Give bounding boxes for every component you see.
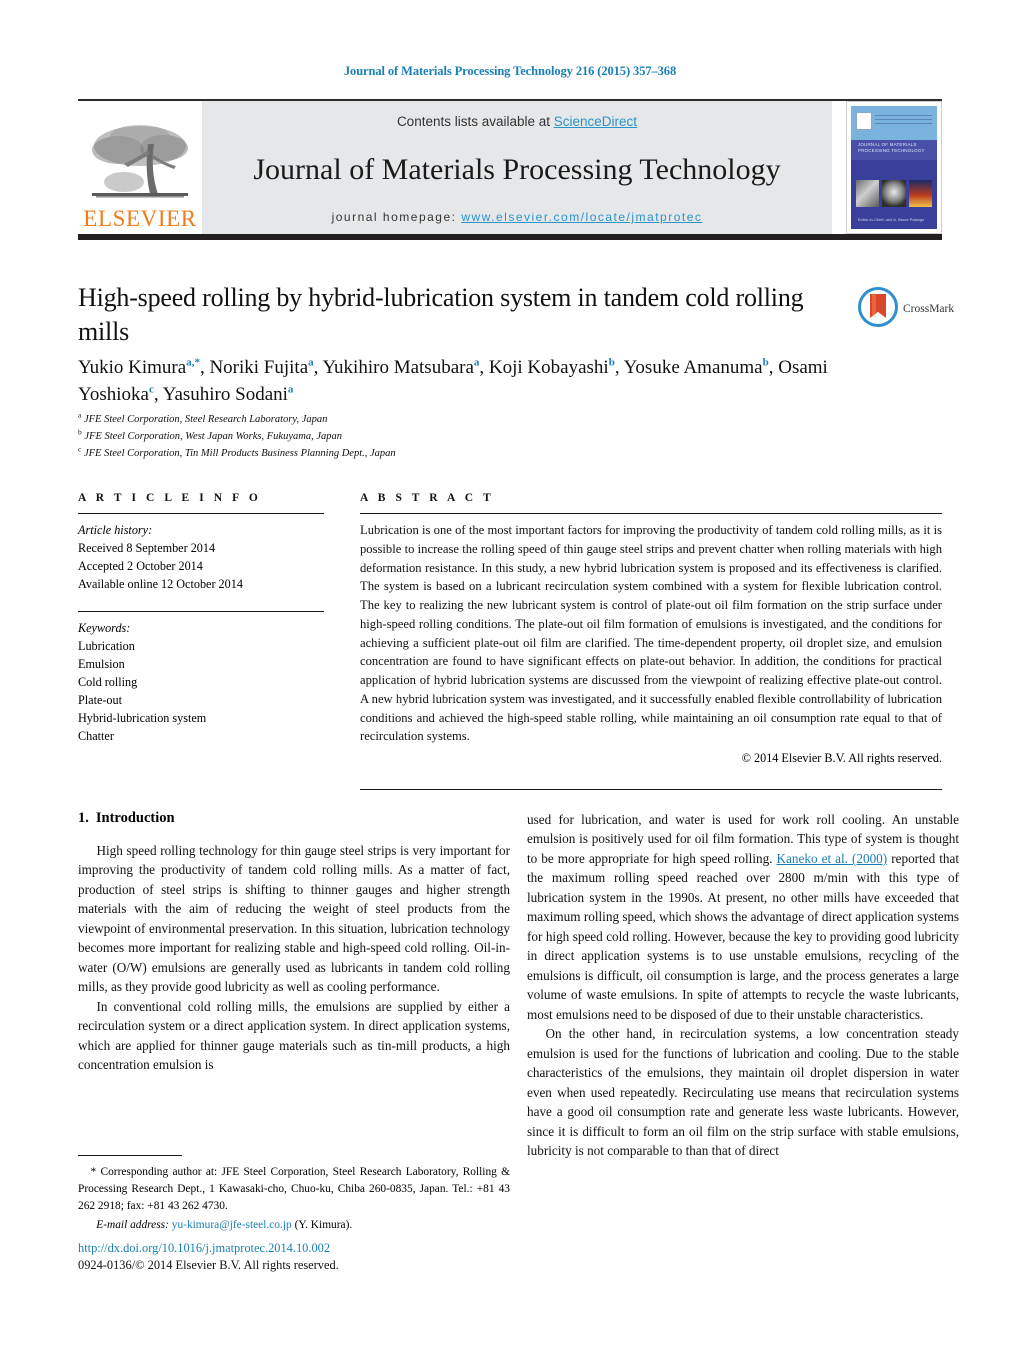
paragraph: High speed rolling technology for thin g…	[78, 843, 510, 995]
journal-homepage-link[interactable]: www.elsevier.com/locate/jmatprotec	[461, 210, 702, 224]
journal-homepage-line: journal homepage: www.elsevier.com/locat…	[202, 210, 832, 224]
keyword-item: Chatter	[78, 729, 114, 744]
article-info-rule	[78, 513, 324, 514]
paragraph: In conventional cold rolling mills, the …	[78, 998, 510, 1073]
author-name: Yosuke Amanuma	[623, 357, 763, 378]
article-info-heading: A R T I C L E I N F O	[78, 492, 262, 504]
email-link[interactable]: yu-kimura@jfe-steel.co.jp	[172, 1219, 292, 1231]
abstract-bottom-rule	[360, 789, 942, 790]
journal-title: Journal of Materials Processing Technolo…	[253, 153, 781, 186]
cover-footer: Editor-in-Chief: and A. Bruce Palange	[857, 217, 925, 223]
page-title: High-speed rolling by hybrid-lubrication…	[78, 283, 804, 346]
author-name: Noriki Fujita	[209, 357, 309, 378]
article-page: Journal of Materials Processing Technolo…	[0, 0, 1020, 1351]
author-affiliation-mark: a,*	[186, 356, 200, 369]
author-affiliation-mark: b	[762, 356, 769, 369]
article-info-column: A R T I C L E I N F O Article history: R…	[78, 492, 324, 746]
email-label: E-mail address:	[96, 1219, 169, 1232]
elsevier-logo: ELSEVIER	[78, 101, 202, 234]
abstract-heading: A B S T R A C T	[360, 492, 495, 504]
cover-images	[856, 179, 932, 207]
cover-publisher-mark	[856, 112, 873, 131]
footnote-email-line: E-mail address: yu-kimura@jfe-steel.co.j…	[78, 1217, 510, 1234]
affiliation-item: b JFE Steel Corporation, West Japan Work…	[78, 428, 778, 445]
affiliation-text: JFE Steel Corporation, West Japan Works,…	[81, 431, 342, 442]
doi-link[interactable]: http://dx.doi.org/10.1016/j.jmatprotec.2…	[78, 1240, 510, 1257]
abstract-column: A B S T R A C T Lubrication is one of th…	[360, 492, 942, 766]
section-number: 1.	[78, 810, 89, 826]
article-history-item: Available online 12 October 2014	[78, 577, 243, 592]
author-affiliation-mark: a	[473, 356, 480, 369]
article-history-title: Article history:	[78, 523, 153, 537]
corresponding-author-footnote: * Corresponding author at: JFE Steel Cor…	[78, 1155, 510, 1234]
citation-link[interactable]: Kaneko et al. (2000)	[777, 851, 888, 866]
crossmark-icon	[858, 286, 898, 332]
author-name: Yukihiro Matsubara	[322, 357, 474, 378]
masthead-bottom-rule	[78, 234, 942, 240]
copyright-line: © 2014 Elsevier B.V. All rights reserved…	[741, 751, 942, 765]
keywords-rule	[78, 611, 324, 613]
keyword-item: Cold rolling	[78, 675, 138, 690]
footnote-text: * Corresponding author at: JFE Steel Cor…	[78, 1166, 510, 1212]
paragraph: On the other hand, in recirculation syst…	[527, 1026, 959, 1158]
article-history-item: Received 8 September 2014	[78, 541, 216, 556]
paragraph: used for lubrication, and water is used …	[527, 810, 959, 1024]
keyword-item: Hybrid-lubrication system	[78, 711, 207, 726]
running-head: Journal of Materials Processing Technolo…	[343, 64, 677, 78]
journal-band: Contents lists available at ScienceDirec…	[202, 101, 832, 234]
abstract-rule	[360, 513, 942, 514]
journal-cover-thumbnail[interactable]: JOURNAL OF MATERIALS PROCESSING TECHNOLO…	[846, 101, 942, 234]
section-heading-introduction: 1. Introduction	[78, 810, 510, 827]
crossmark-label: CrossMark	[903, 303, 955, 315]
author-affiliation-mark: c	[148, 383, 154, 396]
keyword-item: Lubrication	[78, 639, 135, 654]
email-person: (Y. Kimura).	[294, 1219, 353, 1232]
issn-copyright-line: 0924-0136/© 2014 Elsevier B.V. All right…	[78, 1258, 339, 1273]
article-history-item: Accepted 2 October 2014	[78, 559, 203, 574]
author-name: Koji Kobayashi	[488, 357, 609, 378]
contents-available-line: Contents lists available at ScienceDirec…	[202, 114, 832, 129]
doi-block: http://dx.doi.org/10.1016/j.jmatprotec.2…	[78, 1240, 510, 1275]
contents-prefix: Contents lists available at	[396, 114, 554, 129]
elsevier-wordmark: ELSEVIER	[83, 206, 197, 231]
author-name: Yasuhiro Sodani	[162, 383, 288, 405]
elsevier-tree-icon	[88, 120, 192, 206]
cover-header-lines	[875, 114, 932, 132]
footnote-rule	[78, 1155, 182, 1156]
author-name: Yukio Kimura	[78, 357, 187, 378]
homepage-prefix: journal homepage:	[331, 210, 462, 224]
author-affiliation-mark: b	[608, 356, 615, 369]
abstract-text: Lubrication is one of the most important…	[360, 523, 942, 744]
author-list: Yukio Kimuraa,*, Noriki Fujitaa, Yukihir…	[78, 356, 828, 405]
keywords-list: Lubrication Emulsion Cold rolling Plate-…	[78, 637, 324, 745]
title-block: High-speed rolling by hybrid-lubrication…	[78, 281, 858, 349]
body-column-left: 1. Introduction High speed rolling techno…	[78, 810, 510, 1075]
paragraph-post: reported that the maximum rolling speed …	[527, 850, 959, 1022]
section-title: Introduction	[95, 810, 175, 826]
cover-title: JOURNAL OF MATERIALS PROCESSING TECHNOLO…	[857, 141, 925, 154]
journal-masthead: ELSEVIER Contents lists available at Sci…	[78, 99, 942, 234]
affiliation-text: JFE Steel Corporation, Tin Mill Products…	[81, 448, 396, 459]
keyword-item: Plate-out	[78, 693, 123, 708]
affiliation-text: JFE Steel Corporation, Steel Research La…	[81, 414, 328, 425]
keyword-item: Emulsion	[78, 657, 125, 672]
sciencedirect-link[interactable]: ScienceDirect	[554, 114, 637, 129]
article-history-list: Received 8 September 2014 Accepted 2 Oct…	[78, 539, 324, 593]
affiliation-item: c JFE Steel Corporation, Tin Mill Produc…	[78, 445, 778, 462]
body-column-right: used for lubrication, and water is used …	[527, 810, 959, 1160]
crossmark-badge[interactable]: CrossMark	[858, 286, 962, 332]
keywords-title: Keywords:	[78, 621, 131, 636]
author-affiliation-mark: a	[287, 383, 294, 396]
author-affiliation-mark: a	[308, 356, 314, 369]
affiliation-list: a JFE Steel Corporation, Steel Research …	[78, 411, 778, 462]
affiliation-item: a JFE Steel Corporation, Steel Research …	[78, 411, 778, 428]
